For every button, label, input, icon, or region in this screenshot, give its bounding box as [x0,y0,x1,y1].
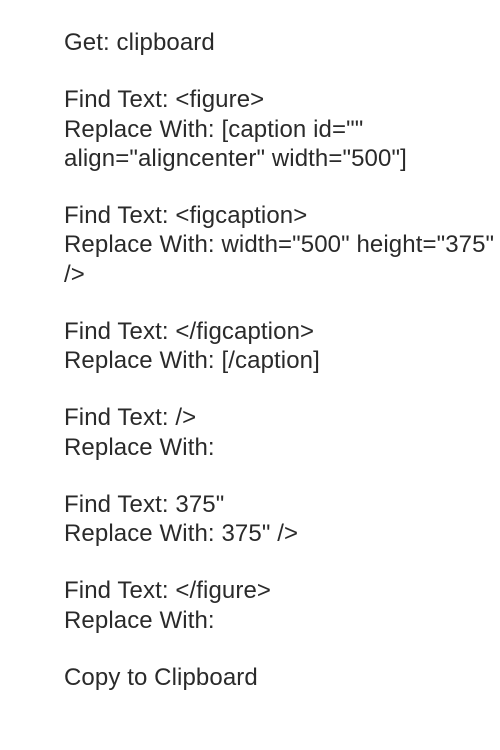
replace-label: Replace With: [64,520,215,547]
copy-label: Copy to Clipboard [64,663,500,692]
replace-label: Replace With: [64,116,215,143]
replacement-block-2: Find Text: </figcaption> Replace With: [… [64,317,500,376]
replace-value: 375" /> [221,520,298,547]
find-label: Find Text: [64,491,169,518]
replace-value: [/caption] [221,347,319,374]
copy-block: Copy to Clipboard [64,663,500,692]
get-block: Get: clipboard [64,28,500,57]
replacement-block-4: Find Text: 375" Replace With: 375" /> [64,490,500,549]
find-value: </figcaption> [175,318,314,345]
get-label: Get: [64,29,110,56]
replace-label: Replace With: [64,231,215,258]
find-value: 375" [175,491,224,518]
find-label: Find Text: [64,577,169,604]
find-value: <figcaption> [175,202,307,229]
replacement-block-0: Find Text: <figure> Replace With: [capti… [64,85,500,173]
replace-label: Replace With: [64,434,215,461]
replacement-block-1: Find Text: <figcaption> Replace With: wi… [64,201,500,289]
find-label: Find Text: [64,318,169,345]
find-label: Find Text: [64,404,169,431]
replacement-block-5: Find Text: </figure> Replace With: [64,576,500,635]
find-value: /> [175,404,196,431]
find-value: <figure> [175,86,264,113]
find-value: </figure> [175,577,271,604]
find-label: Find Text: [64,86,169,113]
get-value: clipboard [117,29,215,56]
replace-label: Replace With: [64,347,215,374]
find-label: Find Text: [64,202,169,229]
replacement-block-3: Find Text: /> Replace With: [64,403,500,462]
replace-label: Replace With: [64,607,215,634]
